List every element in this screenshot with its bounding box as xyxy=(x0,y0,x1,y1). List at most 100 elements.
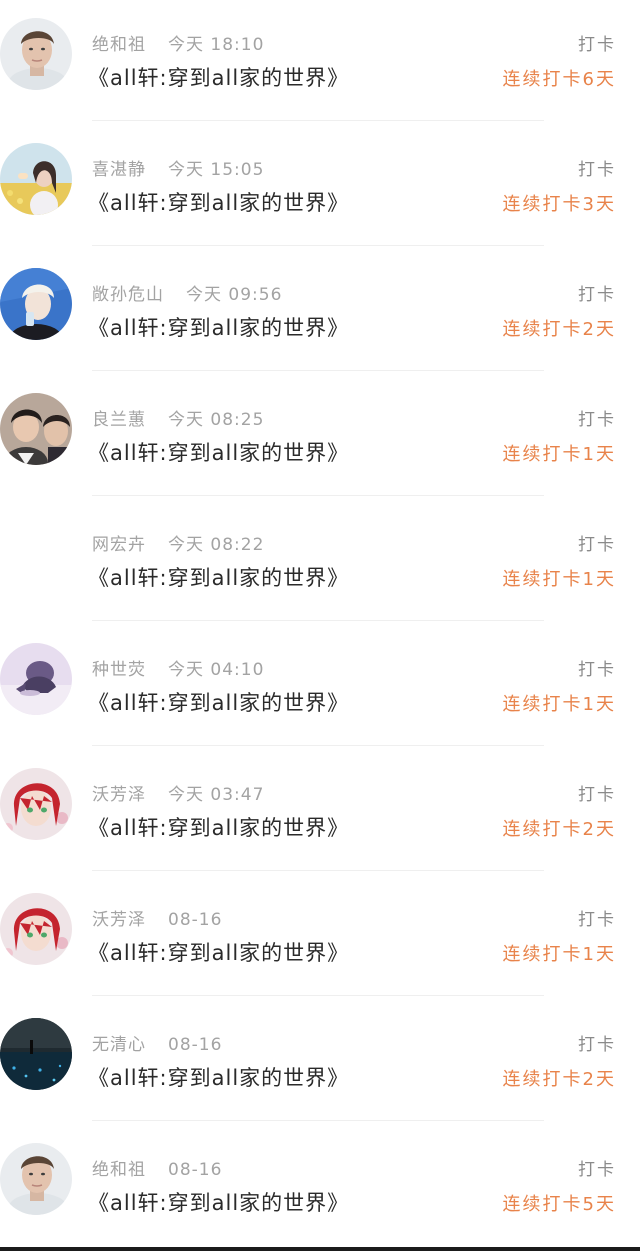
checkin-meta: 无清心 08-16 xyxy=(92,1030,222,1055)
user-name[interactable]: 种世荧 xyxy=(92,660,146,680)
checkin-label: 打卡 xyxy=(578,160,616,180)
book-title[interactable]: 《all轩:穿到all家的世界》 xyxy=(88,687,349,717)
checkin-meta: 绝和祖 今天 18:10 xyxy=(92,30,264,55)
user-name[interactable]: 沃芳泽 xyxy=(92,785,146,805)
book-title[interactable]: 《all轩:穿到all家的世界》 xyxy=(88,812,349,842)
checkin-time: 今天 04:10 xyxy=(168,660,265,680)
avatar[interactable] xyxy=(0,1143,72,1215)
checkin-meta: 绝和祖 08-16 xyxy=(92,1155,222,1180)
young-man-portrait-icon xyxy=(0,1143,72,1215)
divider xyxy=(92,995,544,996)
checkin-meta: 沃芳泽 08-16 xyxy=(92,905,222,930)
bottom-edge-bar xyxy=(0,1247,640,1251)
checkin-time: 今天 15:05 xyxy=(168,160,265,180)
night-sea-scene-icon xyxy=(0,1018,72,1090)
checkin-label: 打卡 xyxy=(578,785,616,805)
divider xyxy=(92,620,544,621)
avatar[interactable] xyxy=(0,768,72,840)
user-name[interactable]: 良兰蕙 xyxy=(92,410,146,430)
checkin-meta: 敞孙危山 今天 09:56 xyxy=(92,280,282,305)
streak-text: 连续打卡2天 xyxy=(502,1069,616,1090)
avatar[interactable] xyxy=(0,643,72,715)
checkin-time: 今天 09:56 xyxy=(186,285,283,305)
checkin-time: 08-16 xyxy=(168,910,223,930)
user-name[interactable]: 无清心 xyxy=(92,1035,146,1055)
checkin-time: 今天 18:10 xyxy=(168,35,265,55)
book-title[interactable]: 《all轩:穿到all家的世界》 xyxy=(88,1062,349,1092)
checkin-row[interactable]: 喜湛静 今天 15:05 《all轩:穿到all家的世界》 打卡 连续打卡3天 xyxy=(0,125,640,250)
checkin-time: 今天 08:25 xyxy=(168,410,265,430)
checkin-label: 打卡 xyxy=(578,910,616,930)
streak-text: 连续打卡5天 xyxy=(502,1194,616,1215)
user-name[interactable]: 绝和祖 xyxy=(92,35,146,55)
avatar[interactable] xyxy=(0,268,72,340)
avatar[interactable] xyxy=(0,518,72,590)
divider xyxy=(92,745,544,746)
checkin-label: 打卡 xyxy=(578,660,616,680)
book-title[interactable]: 《all轩:穿到all家的世界》 xyxy=(88,187,349,217)
young-man-portrait-icon xyxy=(0,18,72,90)
checkin-row[interactable]: 绝和祖 今天 18:10 《all轩:穿到all家的世界》 打卡 连续打卡6天 xyxy=(0,0,640,125)
streak-text: 连续打卡1天 xyxy=(502,444,616,465)
checkin-row[interactable]: 无清心 08-16 《all轩:穿到all家的世界》 打卡 连续打卡2天 xyxy=(0,1000,640,1125)
streak-text: 连续打卡3天 xyxy=(502,194,616,215)
blond-man-blue-background-icon xyxy=(0,268,72,340)
user-name[interactable]: 网宏卉 xyxy=(92,535,146,555)
checkin-label: 打卡 xyxy=(578,35,616,55)
streak-text: 连续打卡1天 xyxy=(502,694,616,715)
checkin-label: 打卡 xyxy=(578,410,616,430)
user-name[interactable]: 沃芳泽 xyxy=(92,910,146,930)
checkin-label: 打卡 xyxy=(578,535,616,555)
avatar[interactable] xyxy=(0,1018,72,1090)
checkin-row[interactable]: 种世荧 今天 04:10 《all轩:穿到all家的世界》 打卡 连续打卡1天 xyxy=(0,625,640,750)
book-title[interactable]: 《all轩:穿到all家的世界》 xyxy=(88,937,349,967)
streak-text: 连续打卡1天 xyxy=(502,944,616,965)
girl-in-flower-field-icon xyxy=(0,143,72,215)
user-name[interactable]: 绝和祖 xyxy=(92,1160,146,1180)
checkin-row[interactable]: 良兰蕙 今天 08:25 《all轩:穿到all家的世界》 打卡 连续打卡1天 xyxy=(0,375,640,500)
checkin-meta: 种世荧 今天 04:10 xyxy=(92,655,264,680)
anime-red-hair-icon xyxy=(0,768,72,840)
user-name[interactable]: 敞孙危山 xyxy=(92,285,164,305)
checkin-label: 打卡 xyxy=(578,1035,616,1055)
user-name[interactable]: 喜湛静 xyxy=(92,160,146,180)
checkin-row[interactable]: 网宏卉 今天 08:22 《all轩:穿到all家的世界》 打卡 连续打卡1天 xyxy=(0,500,640,625)
avatar[interactable] xyxy=(0,393,72,465)
streak-text: 连续打卡6天 xyxy=(502,69,616,90)
checkin-meta: 沃芳泽 今天 03:47 xyxy=(92,780,264,805)
checkin-time: 08-16 xyxy=(168,1035,223,1055)
divider xyxy=(92,495,544,496)
two-young-men-icon xyxy=(0,393,72,465)
avatar[interactable] xyxy=(0,18,72,90)
book-title[interactable]: 《all轩:穿到all家的世界》 xyxy=(88,437,349,467)
divider xyxy=(92,120,544,121)
checkin-label: 打卡 xyxy=(578,285,616,305)
streak-text: 连续打卡1天 xyxy=(502,569,616,590)
checkin-row[interactable]: 敞孙危山 今天 09:56 《all轩:穿到all家的世界》 打卡 连续打卡2天 xyxy=(0,250,640,375)
checkin-meta: 网宏卉 今天 08:22 xyxy=(92,530,264,555)
divider xyxy=(92,870,544,871)
book-title[interactable]: 《all轩:穿到all家的世界》 xyxy=(88,562,349,592)
divider xyxy=(92,1120,544,1121)
divider xyxy=(92,370,544,371)
checkin-time: 今天 08:22 xyxy=(168,535,265,555)
checkin-label: 打卡 xyxy=(578,1160,616,1180)
streak-text: 连续打卡2天 xyxy=(502,819,616,840)
avatar[interactable] xyxy=(0,143,72,215)
checkin-time: 08-16 xyxy=(168,1160,223,1180)
checkin-meta: 良兰蕙 今天 08:25 xyxy=(92,405,264,430)
checkin-list: 绝和祖 今天 18:10 《all轩:穿到all家的世界》 打卡 连续打卡6天 喜… xyxy=(0,0,640,1251)
divider xyxy=(92,245,544,246)
avatar[interactable] xyxy=(0,893,72,965)
checkin-row[interactable]: 沃芳泽 08-16 《all轩:穿到all家的世界》 打卡 连续打卡1天 xyxy=(0,875,640,1000)
book-title[interactable]: 《all轩:穿到all家的世界》 xyxy=(88,62,349,92)
anime-figure-purple-icon xyxy=(0,643,72,715)
checkin-row[interactable]: 沃芳泽 今天 03:47 《all轩:穿到all家的世界》 打卡 连续打卡2天 xyxy=(0,750,640,875)
book-title[interactable]: 《all轩:穿到all家的世界》 xyxy=(88,1187,349,1217)
checkin-row[interactable]: 绝和祖 08-16 《all轩:穿到all家的世界》 打卡 连续打卡5天 xyxy=(0,1125,640,1250)
checkin-time: 今天 03:47 xyxy=(168,785,265,805)
checkin-meta: 喜湛静 今天 15:05 xyxy=(92,155,264,180)
anime-red-hair-icon xyxy=(0,893,72,965)
book-title[interactable]: 《all轩:穿到all家的世界》 xyxy=(88,312,349,342)
streak-text: 连续打卡2天 xyxy=(502,319,616,340)
